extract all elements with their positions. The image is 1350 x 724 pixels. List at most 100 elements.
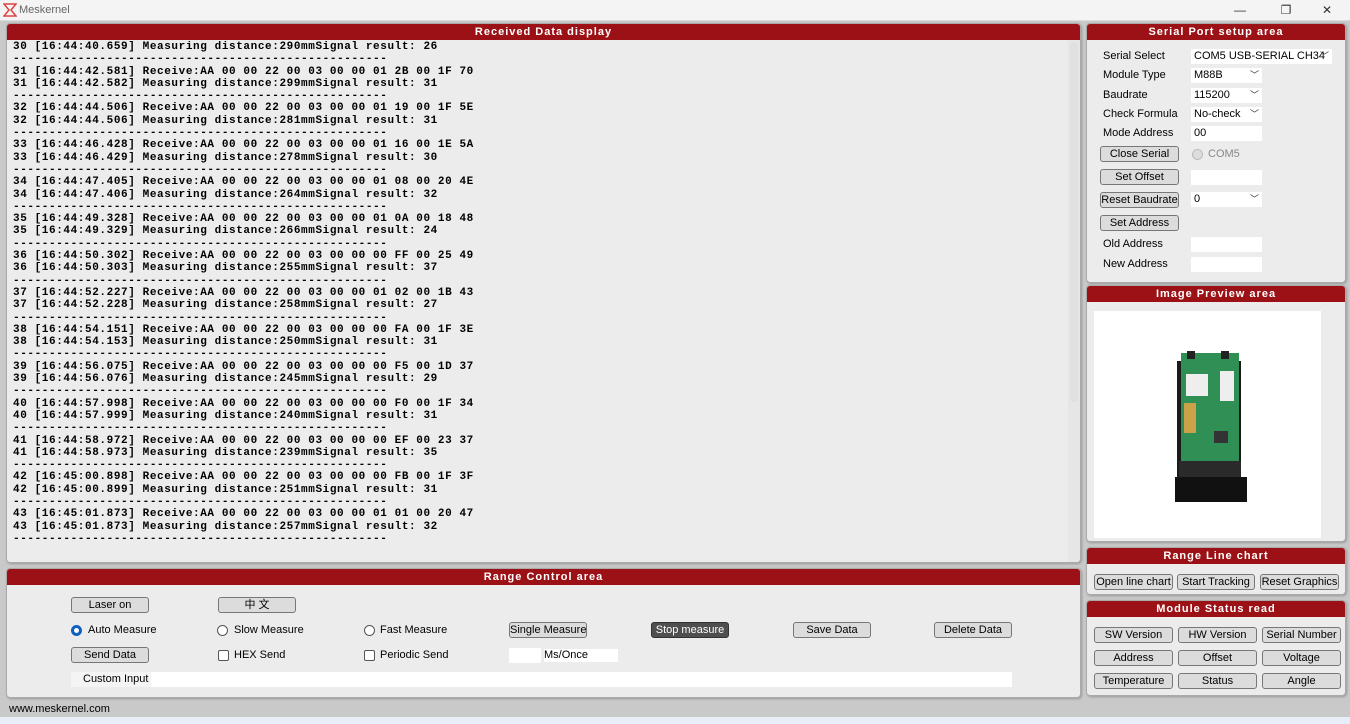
check-formula-label: Check Formula <box>1103 108 1178 120</box>
slow-measure-radio[interactable] <box>217 625 228 636</box>
log-separator: ----------------------------------------… <box>13 532 388 545</box>
log-line: 42 [16:45:00.899] Measuring distance:251… <box>13 483 438 496</box>
stop-measure-button[interactable]: Stop measure <box>651 622 729 638</box>
range-line-chart-panel: Range Line chart Open line chart Start T… <box>1086 547 1346 595</box>
log-line: 33 [16:44:46.429] Measuring distance:278… <box>13 151 438 164</box>
chevron-down-icon: ﹀ <box>1249 109 1259 119</box>
log-line: 32 [16:44:44.506] Measuring distance:281… <box>13 114 438 127</box>
range-control-header: Range Control area <box>7 569 1080 585</box>
baudrate-dropdown[interactable]: 115200 ﹀ <box>1191 88 1262 103</box>
log-separator: ----------------------------------------… <box>13 53 388 66</box>
module-image <box>1094 311 1321 538</box>
new-address-input[interactable] <box>1191 257 1262 272</box>
log-separator: ----------------------------------------… <box>13 385 388 398</box>
reset-baudrate-dropdown[interactable]: 0 ﹀ <box>1191 192 1262 207</box>
hex-send-checkbox[interactable] <box>218 650 229 661</box>
log-line: 32 [16:44:44.506] Receive:AA 00 00 22 00… <box>13 102 474 115</box>
serial-select-value: COM5 USB-SERIAL CH34 <box>1194 50 1326 62</box>
log-separator: ----------------------------------------… <box>13 422 388 435</box>
baudrate-label: Baudrate <box>1103 89 1148 101</box>
chevron-down-icon: ﹀ <box>1249 70 1259 80</box>
range-control-panel: Range Control area Laser on 中 文 Auto Mea… <box>6 568 1081 698</box>
save-data-button[interactable]: Save Data <box>793 622 871 638</box>
received-data-log[interactable]: 30 [16:44:40.659] Measuring distance:290… <box>7 40 1068 562</box>
new-address-label: New Address <box>1103 258 1168 270</box>
reset-graphics-button[interactable]: Reset Graphics <box>1260 574 1339 590</box>
old-address-input[interactable] <box>1191 237 1262 252</box>
com-radio[interactable] <box>1192 149 1203 160</box>
hex-send-label: HEX Send <box>234 649 286 661</box>
scrollbar-thumb[interactable] <box>1070 42 1078 402</box>
offset-input[interactable] <box>1191 170 1262 185</box>
serial-number-button[interactable]: Serial Number <box>1262 627 1341 643</box>
module-status-header: Module Status read <box>1087 601 1345 617</box>
send-data-button[interactable]: Send Data <box>71 647 149 663</box>
voltage-button[interactable]: Voltage <box>1262 650 1341 666</box>
serial-port-panel: Serial Port setup area Serial Select COM… <box>1086 23 1346 283</box>
log-line: 36 [16:44:50.303] Measuring distance:255… <box>13 262 438 275</box>
log-separator: ----------------------------------------… <box>13 127 388 140</box>
fast-measure-radio[interactable] <box>364 625 375 636</box>
serial-port-header: Serial Port setup area <box>1087 24 1345 40</box>
auto-measure-label: Auto Measure <box>88 624 157 636</box>
log-line: 43 [16:45:01.873] Measuring distance:257… <box>13 520 438 533</box>
laser-on-button[interactable]: Laser on <box>71 597 149 613</box>
chevron-down-icon: ﹀ <box>1319 51 1329 61</box>
hw-version-button[interactable]: HW Version <box>1178 627 1257 643</box>
maximize-button[interactable]: ❐ <box>1271 2 1301 18</box>
delete-data-button[interactable]: Delete Data <box>934 622 1012 638</box>
old-address-label: Old Address <box>1103 238 1163 250</box>
module-type-label: Module Type <box>1103 69 1166 81</box>
chevron-down-icon: ﹀ <box>1249 194 1259 204</box>
serial-select-label: Serial Select <box>1103 50 1165 62</box>
log-separator: ----------------------------------------… <box>13 274 388 287</box>
module-type-dropdown[interactable]: M88B ﹀ <box>1191 68 1262 83</box>
status-button[interactable]: Status <box>1178 673 1257 689</box>
log-separator: ----------------------------------------… <box>13 459 388 472</box>
log-line: 43 [16:45:01.873] Receive:AA 00 00 22 00… <box>13 508 474 521</box>
period-input[interactable] <box>509 648 541 663</box>
open-line-chart-button[interactable]: Open line chart <box>1094 574 1173 590</box>
taskbar-edge <box>0 717 1350 724</box>
periodic-send-checkbox[interactable] <box>364 650 375 661</box>
log-separator: ----------------------------------------… <box>13 90 388 103</box>
module-status-panel: Module Status read SW Version HW Version S… <box>1086 600 1346 696</box>
close-button[interactable]: ✕ <box>1312 2 1342 18</box>
set-offset-button[interactable]: Set Offset <box>1100 169 1179 185</box>
log-line: 37 [16:44:52.227] Receive:AA 00 00 22 00… <box>13 286 474 299</box>
laser-module-image-icon <box>1175 351 1247 502</box>
mode-address-input[interactable] <box>1191 126 1262 141</box>
log-separator: ----------------------------------------… <box>13 311 388 324</box>
start-tracking-button[interactable]: Start Tracking <box>1177 574 1255 590</box>
log-line: 31 [16:44:42.582] Measuring distance:299… <box>13 77 438 90</box>
log-separator: ----------------------------------------… <box>13 200 388 213</box>
log-line: 38 [16:44:54.151] Receive:AA 00 00 22 00… <box>13 323 474 336</box>
module-type-value: M88B <box>1194 69 1223 81</box>
log-separator: ----------------------------------------… <box>13 348 388 361</box>
close-serial-button[interactable]: Close Serial <box>1100 146 1179 162</box>
website-link[interactable]: www.meskernel.com <box>9 703 110 715</box>
log-line: 42 [16:45:00.898] Receive:AA 00 00 22 00… <box>13 471 474 484</box>
reset-baudrate-button[interactable]: Reset Baudrate <box>1100 192 1179 208</box>
angle-button[interactable]: Angle <box>1262 673 1341 689</box>
log-line: 37 [16:44:52.228] Measuring distance:258… <box>13 299 438 312</box>
log-scrollbar[interactable] <box>1068 40 1080 562</box>
sw-version-button[interactable]: SW Version <box>1094 627 1173 643</box>
title-bar: Meskernel — ❐ ✕ <box>0 0 1350 21</box>
language-button[interactable]: 中 文 <box>218 597 296 613</box>
log-line: 40 [16:44:57.999] Measuring distance:240… <box>13 409 438 422</box>
auto-measure-radio[interactable] <box>71 625 82 636</box>
minimize-button[interactable]: — <box>1225 2 1255 18</box>
custom-input[interactable] <box>151 672 1012 687</box>
log-line: 35 [16:44:49.329] Measuring distance:266… <box>13 225 438 238</box>
serial-select-dropdown[interactable]: COM5 USB-SERIAL CH34 ﹀ <box>1191 49 1332 64</box>
log-line: 39 [16:44:56.075] Receive:AA 00 00 22 00… <box>13 360 474 373</box>
periodic-send-label: Periodic Send <box>380 649 449 661</box>
single-measure-button[interactable]: Single Measure <box>509 622 587 638</box>
offset-button[interactable]: Offset <box>1178 650 1257 666</box>
set-address-button[interactable]: Set Address <box>1100 215 1179 231</box>
check-formula-dropdown[interactable]: No-check ﹀ <box>1191 107 1262 122</box>
address-button[interactable]: Address <box>1094 650 1173 666</box>
temperature-button[interactable]: Temperature <box>1094 673 1173 689</box>
log-line: 31 [16:44:42.581] Receive:AA 00 00 22 00… <box>13 65 474 78</box>
